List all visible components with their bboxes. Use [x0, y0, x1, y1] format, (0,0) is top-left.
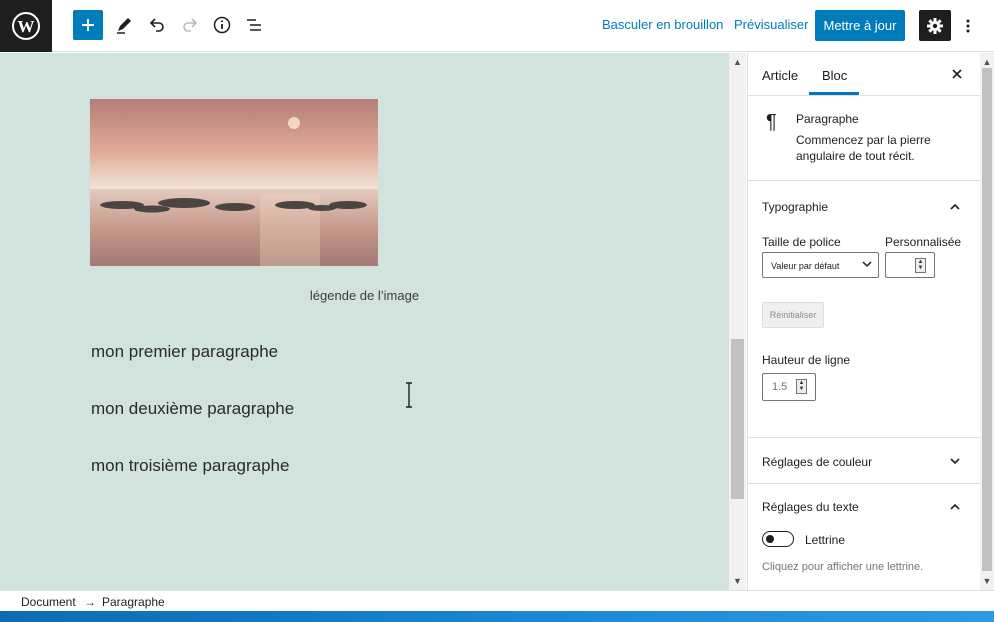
custom-font-size-input[interactable]: ▲ ▼	[885, 252, 935, 278]
color-settings-panel[interactable]: Réglages de couleur	[748, 438, 981, 484]
scroll-down-arrow-icon[interactable]: ▼	[980, 574, 994, 588]
scroll-up-arrow-icon[interactable]: ▲	[980, 55, 994, 69]
paragraph-block[interactable]: mon deuxième paragraphe	[91, 399, 294, 419]
breadcrumb-paragraph[interactable]: Paragraphe	[102, 595, 165, 609]
canvas-scrollbar[interactable]: ▲ ▼	[729, 53, 746, 590]
line-height-label: Hauteur de ligne	[762, 353, 851, 367]
chevron-down-icon[interactable]	[948, 454, 962, 468]
image-block[interactable]	[90, 99, 378, 266]
breadcrumb-document[interactable]: Document	[21, 595, 76, 609]
dropcap-label: Lettrine	[805, 533, 846, 547]
stones-image	[90, 99, 378, 266]
font-size-spinner-icon[interactable]: ▲ ▼	[915, 258, 926, 273]
block-breadcrumb: Document → Paragraphe	[0, 590, 994, 611]
info-icon[interactable]	[207, 10, 237, 40]
dropcap-toggle[interactable]	[762, 531, 794, 547]
sidebar-tabs: Article Bloc	[748, 53, 981, 96]
svg-text:W: W	[18, 17, 35, 36]
chevron-up-icon[interactable]	[948, 199, 962, 213]
custom-size-label: Personnalisée	[885, 235, 962, 249]
font-size-select[interactable]: Valeur par défaut	[762, 252, 879, 278]
undo-icon[interactable]	[142, 10, 172, 40]
chevron-down-icon	[862, 261, 872, 268]
settings-gear-icon[interactable]	[919, 10, 951, 41]
chevron-up-icon[interactable]	[948, 499, 962, 513]
canvas-scrollbar-thumb[interactable]	[731, 339, 744, 499]
list-view-icon[interactable]	[239, 10, 269, 40]
sidebar-scrollbar[interactable]: ▲ ▼	[980, 53, 994, 590]
line-height-value: 1.5	[772, 381, 788, 393]
color-settings-title[interactable]: Réglages de couleur	[762, 455, 872, 469]
paragraph-block[interactable]: mon troisième paragraphe	[91, 456, 289, 476]
switch-to-draft-button[interactable]: Basculer en brouillon	[602, 17, 723, 32]
taskbar-strip	[0, 611, 994, 622]
more-options-icon[interactable]	[958, 12, 978, 40]
close-sidebar-icon[interactable]	[948, 65, 966, 83]
block-title: Paragraphe	[796, 112, 859, 126]
tools-pencil-icon[interactable]	[109, 10, 139, 40]
font-size-select-value: Valeur par défaut	[771, 261, 840, 271]
line-height-spinner-icon[interactable]: ▲ ▼	[796, 379, 807, 394]
preview-button[interactable]: Prévisualiser	[734, 17, 808, 32]
sidebar-scrollbar-thumb[interactable]	[982, 68, 992, 571]
active-tab-indicator	[809, 92, 859, 95]
block-description: Commencez par la pierre angulaire de tou…	[796, 133, 931, 163]
typography-panel: Typographie Taille de police Personnalis…	[748, 181, 981, 438]
add-block-button[interactable]	[73, 10, 103, 40]
breadcrumb-separator: →	[84, 595, 96, 609]
redo-icon[interactable]	[175, 10, 205, 40]
paragraph-pilcrow-icon: ¶	[766, 111, 777, 133]
dropcap-hint: Cliquez pour afficher une lettrine.	[762, 561, 924, 573]
settings-sidebar: Article Bloc ¶ Paragraphe Commencez par …	[747, 53, 981, 590]
text-settings-title[interactable]: Réglages du texte	[762, 500, 859, 514]
wordpress-logo-icon[interactable]: W	[0, 0, 52, 52]
text-cursor-icon	[404, 382, 414, 413]
tab-article[interactable]: Article	[762, 68, 798, 83]
block-card: ¶ Paragraphe Commencez par la pierre ang…	[748, 97, 981, 181]
line-height-input[interactable]: 1.5 ▲ ▼	[762, 373, 816, 401]
editor-canvas[interactable]: légende de l’image mon premier paragraph…	[0, 53, 729, 590]
text-settings-panel: Réglages du texte Lettrine Cliquez pour …	[748, 484, 981, 590]
toggle-knob	[766, 535, 774, 543]
reset-button[interactable]: Réinitialiser	[762, 302, 824, 328]
font-size-label: Taille de police	[762, 235, 841, 249]
typography-panel-toggle[interactable]: Typographie	[762, 200, 828, 214]
tab-bloc[interactable]: Bloc	[822, 68, 847, 83]
scroll-up-arrow-icon[interactable]: ▲	[729, 55, 746, 69]
update-button[interactable]: Mettre à jour	[815, 10, 905, 41]
image-caption[interactable]: légende de l’image	[0, 288, 729, 303]
paragraph-block[interactable]: mon premier paragraphe	[91, 342, 278, 362]
scroll-down-arrow-icon[interactable]: ▼	[729, 574, 746, 588]
editor-header: W Basculer en brouillon Prévisualiser Me…	[0, 0, 994, 52]
